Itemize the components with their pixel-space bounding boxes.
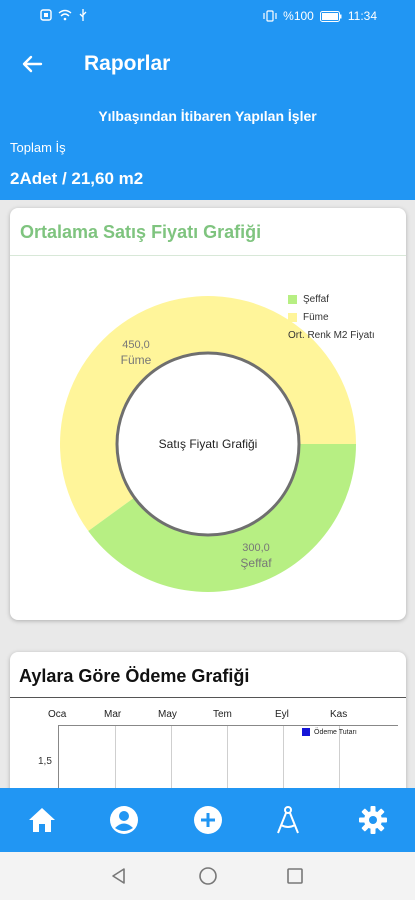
battery-icon bbox=[319, 10, 342, 22]
legend-label-seffaf: Şeffaf bbox=[303, 293, 329, 305]
settings-icon bbox=[359, 806, 387, 834]
legend-swatch-payment bbox=[302, 728, 310, 736]
drafting-compass-icon bbox=[277, 806, 299, 834]
system-navigation-bar bbox=[0, 852, 415, 900]
legend-label-fume: Füme bbox=[303, 311, 329, 323]
summary-label: Toplam İş bbox=[10, 140, 66, 155]
legend-swatch-fume bbox=[288, 312, 297, 322]
vibrate-icon bbox=[263, 10, 277, 22]
sim-icon bbox=[40, 9, 52, 21]
legend-item-seffaf: Şeffaf bbox=[288, 290, 375, 308]
status-bar: %100 11:34 bbox=[0, 0, 415, 32]
summary-panel: Yılbaşından İtibaren Yapılan İşler Topla… bbox=[0, 100, 415, 200]
page-title: Raporlar bbox=[84, 52, 171, 75]
nav-add-button[interactable] bbox=[190, 802, 226, 838]
arrow-back-icon bbox=[22, 55, 43, 73]
nav-compass-button[interactable] bbox=[270, 802, 306, 838]
nav-settings-button[interactable] bbox=[355, 802, 391, 838]
nav-account-button[interactable] bbox=[106, 802, 142, 838]
add-circle-icon bbox=[194, 806, 222, 834]
month-tick-label: Mar bbox=[104, 709, 122, 720]
seffaf-value-label: 300,0 bbox=[242, 542, 270, 554]
month-axis: Oca Mar May Tem Eyl Kas bbox=[10, 709, 406, 723]
account-icon bbox=[110, 806, 138, 834]
donut-center-text: Satış Fiyatı Grafiği bbox=[159, 437, 258, 451]
system-back-button[interactable] bbox=[107, 864, 131, 888]
month-tick-label: Kas bbox=[330, 709, 348, 720]
price-chart-legend: Şeffaf Füme Ort. Renk M2 Fiyatı bbox=[288, 290, 375, 344]
circle-home-icon bbox=[199, 867, 217, 885]
y-tick-label: 1,5 bbox=[38, 756, 52, 767]
legend-item-average: Ort. Renk M2 Fiyatı bbox=[288, 326, 375, 344]
status-right-icons: %100 11:34 bbox=[263, 9, 377, 23]
month-tick-label: May bbox=[158, 709, 177, 720]
price-chart-card: Ortalama Satış Fiyatı Grafiği Satış Fiya… bbox=[10, 208, 406, 620]
payment-chart-legend: Ödeme Tutarı bbox=[302, 728, 357, 736]
battery-percent: %100 bbox=[283, 9, 314, 23]
bottom-navigation bbox=[0, 788, 415, 852]
legend-swatch-seffaf bbox=[288, 294, 297, 304]
status-left-icons bbox=[40, 9, 88, 21]
legend-item-fume: Füme bbox=[288, 308, 375, 326]
usb-icon bbox=[79, 9, 87, 21]
payment-chart-title: Aylara Göre Ödeme Grafiği bbox=[19, 666, 250, 686]
summary-subtitle: Yılbaşından İtibaren Yapılan İşler bbox=[98, 108, 317, 124]
back-button[interactable] bbox=[14, 46, 50, 82]
summary-value: 2Adet / 21,60 m2 bbox=[10, 169, 144, 188]
nav-home-button[interactable] bbox=[24, 802, 60, 838]
system-recents-button[interactable] bbox=[283, 864, 307, 888]
app-bar: Raporlar bbox=[0, 32, 415, 100]
clock: 11:34 bbox=[347, 9, 377, 23]
legend-label-average: Ort. Renk M2 Fiyatı bbox=[288, 329, 375, 341]
month-tick-label: Oca bbox=[48, 709, 67, 720]
system-home-button[interactable] bbox=[196, 864, 220, 888]
triangle-back-icon bbox=[112, 868, 125, 884]
wifi-icon bbox=[58, 9, 72, 21]
legend-label-payment: Ödeme Tutarı bbox=[314, 728, 357, 736]
seffaf-name-label: Şeffaf bbox=[240, 556, 272, 570]
fume-name-label: Füme bbox=[121, 353, 152, 367]
square-recents-icon bbox=[287, 868, 303, 884]
home-icon bbox=[29, 808, 55, 832]
month-tick-label: Eyl bbox=[275, 709, 289, 720]
price-donut-chart: Satış Fiyatı Grafiği 450,0 Füme 300,0 Şe… bbox=[60, 296, 356, 593]
payment-chart-divider bbox=[10, 697, 406, 698]
fume-value-label: 450,0 bbox=[122, 339, 150, 351]
month-tick-label: Tem bbox=[213, 709, 232, 720]
